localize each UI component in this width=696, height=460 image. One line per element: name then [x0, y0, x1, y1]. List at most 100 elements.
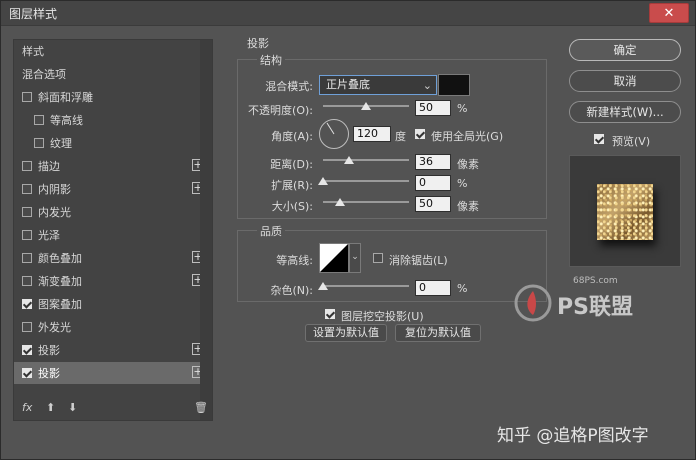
angle-label: 角度(A):: [271, 130, 313, 143]
cancel-button[interactable]: 取消: [569, 70, 681, 92]
style-list-item[interactable]: 内阴影 +: [14, 178, 208, 200]
noise-slider-thumb[interactable]: [318, 282, 328, 290]
angle-dial[interactable]: [319, 119, 349, 149]
style-list-item-label: 描边: [38, 160, 60, 173]
blend-mode-select[interactable]: 正片叠底 ⌄: [319, 75, 437, 95]
contour-curve-icon: [320, 244, 348, 272]
style-list-item-label: 图案叠加: [38, 298, 82, 311]
style-list-item-label: 内阴影: [38, 183, 71, 196]
noise-unit: %: [457, 282, 468, 295]
antialias-label: 消除锯齿(L): [389, 254, 448, 267]
ok-button[interactable]: 确定: [569, 39, 681, 61]
preview-checkbox[interactable]: [594, 134, 604, 144]
watermark-brand: PS联盟: [557, 295, 633, 320]
size-input[interactable]: 50: [415, 196, 451, 212]
angle-unit: 度: [395, 130, 406, 143]
move-down-icon[interactable]: ⬇: [68, 401, 77, 414]
opacity-slider-thumb[interactable]: [361, 102, 371, 110]
style-checkbox[interactable]: [22, 322, 32, 332]
style-list-item-label: 斜面和浮雕: [38, 91, 93, 104]
contour-dropdown-button[interactable]: ⌄: [349, 243, 361, 273]
style-list-item-label: 等高线: [50, 114, 83, 127]
quality-title: 品质: [257, 223, 285, 239]
style-list-item-label: 纹理: [50, 137, 72, 150]
style-list-item[interactable]: 等高线: [14, 109, 220, 131]
distance-slider-thumb[interactable]: [343, 156, 354, 164]
global-light-checkbox[interactable]: [415, 129, 425, 139]
move-up-icon[interactable]: ⬆: [46, 401, 55, 414]
opacity-label: 不透明度(O):: [248, 104, 313, 117]
noise-slider-track[interactable]: [323, 285, 409, 287]
style-checkbox[interactable]: [22, 299, 32, 309]
spread-slider-track[interactable]: [323, 180, 409, 182]
style-list-scrollbar[interactable]: [200, 40, 212, 420]
style-list-item-label: 投影: [38, 367, 60, 380]
style-list-item[interactable]: 颜色叠加 +: [14, 247, 208, 269]
knockout-checkbox[interactable]: [325, 309, 335, 319]
style-list-item[interactable]: 外发光: [14, 316, 208, 338]
spread-label: 扩展(R):: [271, 179, 313, 192]
shadow-color-swatch[interactable]: [438, 74, 470, 96]
distance-input[interactable]: 36: [415, 154, 451, 170]
close-button[interactable]: ✕: [649, 3, 689, 23]
chevron-down-icon: ⌄: [351, 252, 359, 262]
style-list-item-label: 投影: [38, 344, 60, 357]
style-checkbox[interactable]: [22, 207, 32, 217]
style-checkbox[interactable]: [22, 184, 32, 194]
window-title: 图层样式: [9, 7, 58, 21]
style-checkbox[interactable]: [22, 92, 32, 102]
style-list-item[interactable]: 投影 +: [14, 339, 208, 361]
style-list-item[interactable]: 投影 +: [14, 362, 208, 384]
style-list-item[interactable]: 渐变叠加 +: [14, 270, 208, 292]
size-unit: 像素: [457, 200, 479, 213]
style-checkbox[interactable]: [34, 115, 44, 125]
structure-title: 结构: [257, 52, 285, 68]
knockout-label: 图层挖空投影(U): [341, 310, 424, 323]
new-style-button[interactable]: 新建样式(W)...: [569, 101, 681, 123]
style-list-item[interactable]: 混合选项: [14, 63, 208, 85]
section-title: 投影: [247, 37, 269, 50]
style-checkbox[interactable]: [22, 276, 32, 286]
style-checkbox[interactable]: [22, 345, 32, 355]
style-checkbox[interactable]: [22, 253, 32, 263]
spread-unit: %: [457, 177, 468, 190]
contour-picker[interactable]: [319, 243, 349, 273]
style-checkbox[interactable]: [34, 138, 44, 148]
style-list-item[interactable]: 描边 +: [14, 155, 208, 177]
preview-label: 预览(V): [612, 135, 651, 148]
noise-input[interactable]: 0: [415, 280, 451, 296]
style-list-item[interactable]: 内发光: [14, 201, 208, 223]
size-slider-thumb[interactable]: [335, 198, 346, 206]
style-list-item-label: 混合选项: [22, 68, 66, 81]
style-list-item[interactable]: 纹理: [14, 132, 220, 154]
spread-slider-thumb[interactable]: [318, 177, 328, 185]
opacity-input[interactable]: 50: [415, 100, 451, 116]
title-bar[interactable]: 图层样式 ✕: [1, 1, 695, 26]
distance-label: 距离(D):: [270, 158, 313, 171]
opacity-unit: %: [457, 102, 468, 115]
style-list-item[interactable]: 样式: [14, 40, 208, 62]
watermark-author: 知乎 @追格P图改字: [497, 426, 649, 446]
style-list-item[interactable]: 光泽: [14, 224, 208, 246]
style-checkbox[interactable]: [22, 368, 32, 378]
size-label: 大小(S):: [271, 200, 313, 213]
style-list-item-label: 内发光: [38, 206, 71, 219]
style-list-item-label: 颜色叠加: [38, 252, 82, 265]
contour-label: 等高线:: [276, 254, 313, 267]
antialias-checkbox[interactable]: [373, 253, 383, 263]
style-checkbox[interactable]: [22, 230, 32, 240]
style-checkbox[interactable]: [22, 161, 32, 171]
spread-input[interactable]: 0: [415, 175, 451, 191]
set-default-button[interactable]: 设置为默认值: [305, 324, 387, 342]
distance-slider-track[interactable]: [323, 159, 409, 161]
style-list-item[interactable]: 图案叠加: [14, 293, 208, 315]
fx-icon[interactable]: fx: [22, 401, 32, 414]
reset-default-button[interactable]: 复位为默认值: [395, 324, 481, 342]
angle-input[interactable]: 120: [353, 126, 391, 142]
style-preview: [569, 155, 681, 267]
ps-union-logo-icon: [514, 284, 552, 322]
trash-icon[interactable]: 🗑: [194, 401, 208, 414]
style-list: 样式混合选项斜面和浮雕等高线纹理描边 + 内阴影 + 内发光光泽 颜色叠加 + 渐变叠加 + 图案…: [13, 39, 213, 421]
style-list-item[interactable]: 斜面和浮雕: [14, 86, 208, 108]
style-list-item-label: 外发光: [38, 321, 71, 334]
